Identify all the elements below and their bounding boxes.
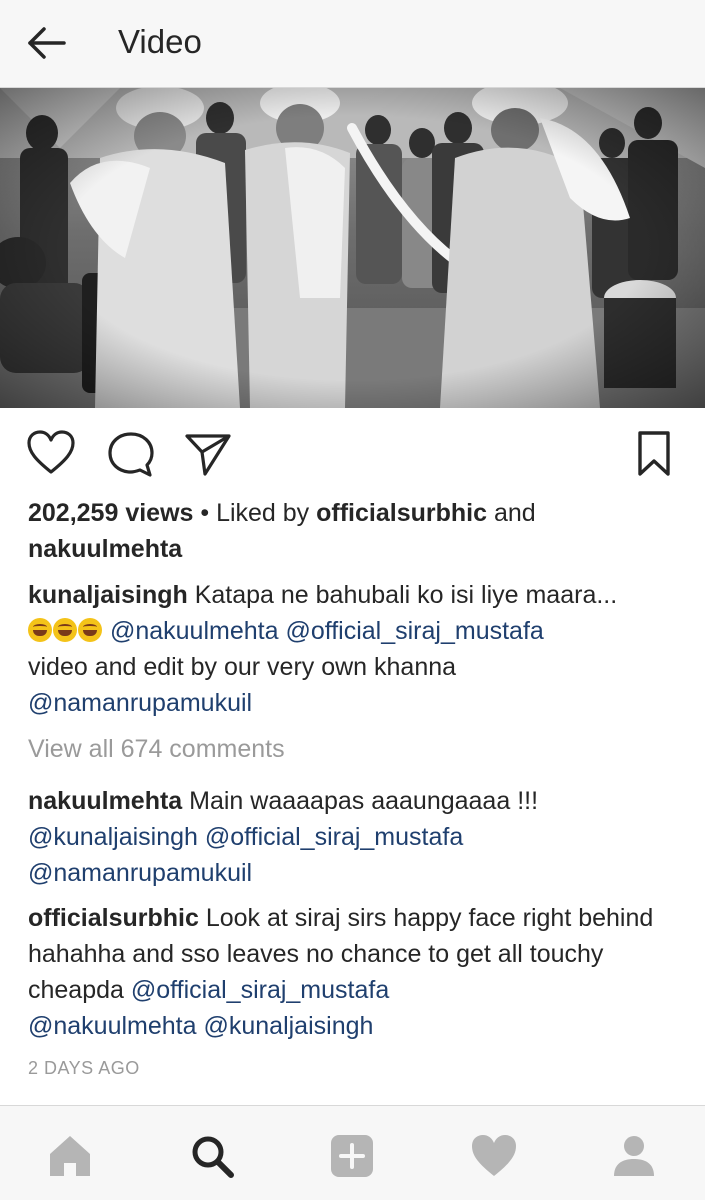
post-timestamp: 2 DAYS AGO [28, 1058, 140, 1078]
caption-text: video and edit by our very own khanna [28, 653, 457, 681]
add-post-icon[interactable] [326, 1130, 378, 1182]
caption-text: Katapa ne bahubali ko isi liye maara... [187, 581, 618, 609]
comment-author-link[interactable]: officialsurbhic [28, 904, 199, 932]
comment-item: nakuulmehta Main waaaapas aaaungaaaa !!!… [28, 783, 688, 891]
mention-link[interactable]: @nakuulmehta [110, 617, 279, 645]
back-arrow-icon[interactable] [22, 20, 72, 66]
mention-link[interactable]: @nakuulmehta [28, 1012, 197, 1040]
home-icon[interactable] [44, 1130, 96, 1182]
mention-link[interactable]: @official_siraj_mustafa [131, 976, 389, 1004]
likes-summary: 202,259 views • Liked by officialsurbhic… [28, 495, 688, 567]
page-title: Video [118, 23, 202, 60]
bookmark-icon[interactable] [636, 430, 672, 483]
comment-author-link[interactable]: nakuulmehta [28, 787, 182, 815]
liked-by-user-link[interactable]: nakuulmehta [28, 535, 182, 563]
mention-link[interactable]: @kunaljaisingh [28, 823, 198, 851]
search-icon[interactable] [186, 1130, 238, 1182]
mention-link[interactable]: @kunaljaisingh [203, 1012, 373, 1040]
mention-link[interactable]: @official_siraj_mustafa [205, 823, 463, 851]
video-player[interactable] [0, 88, 705, 408]
view-count: 202,259 views [28, 499, 194, 527]
view-all-comments-link[interactable]: View all 674 comments [28, 731, 688, 767]
mention-link[interactable]: @official_siraj_mustafa [285, 617, 543, 645]
post-actions [0, 408, 705, 498]
heart-outline-icon[interactable] [26, 430, 76, 481]
liked-by-prefix: • Liked by [193, 499, 317, 527]
top-bar: Video [0, 0, 705, 88]
paper-plane-icon[interactable] [183, 430, 233, 483]
comment-text: Main waaaapas aaaungaaaa !!! [182, 787, 539, 815]
laughing-emoji-icon [28, 613, 103, 649]
comment-item: officialsurbhic Look at siraj sirs happy… [28, 900, 688, 1044]
comment-bubble-icon[interactable] [106, 430, 156, 483]
post-caption: kunaljaisingh Katapa ne bahubali ko isi … [28, 577, 688, 721]
mention-link[interactable]: @namanrupamukuil [28, 689, 252, 717]
activity-heart-icon[interactable] [468, 1130, 520, 1182]
liked-by-and: and [487, 499, 536, 527]
caption-author-link[interactable]: kunaljaisingh [28, 581, 188, 609]
mention-link[interactable]: @namanrupamukuil [28, 859, 252, 887]
liked-by-user-link[interactable]: officialsurbhic [316, 499, 487, 527]
profile-icon[interactable] [608, 1130, 660, 1182]
bottom-nav [0, 1105, 705, 1200]
video-frame [0, 88, 705, 408]
